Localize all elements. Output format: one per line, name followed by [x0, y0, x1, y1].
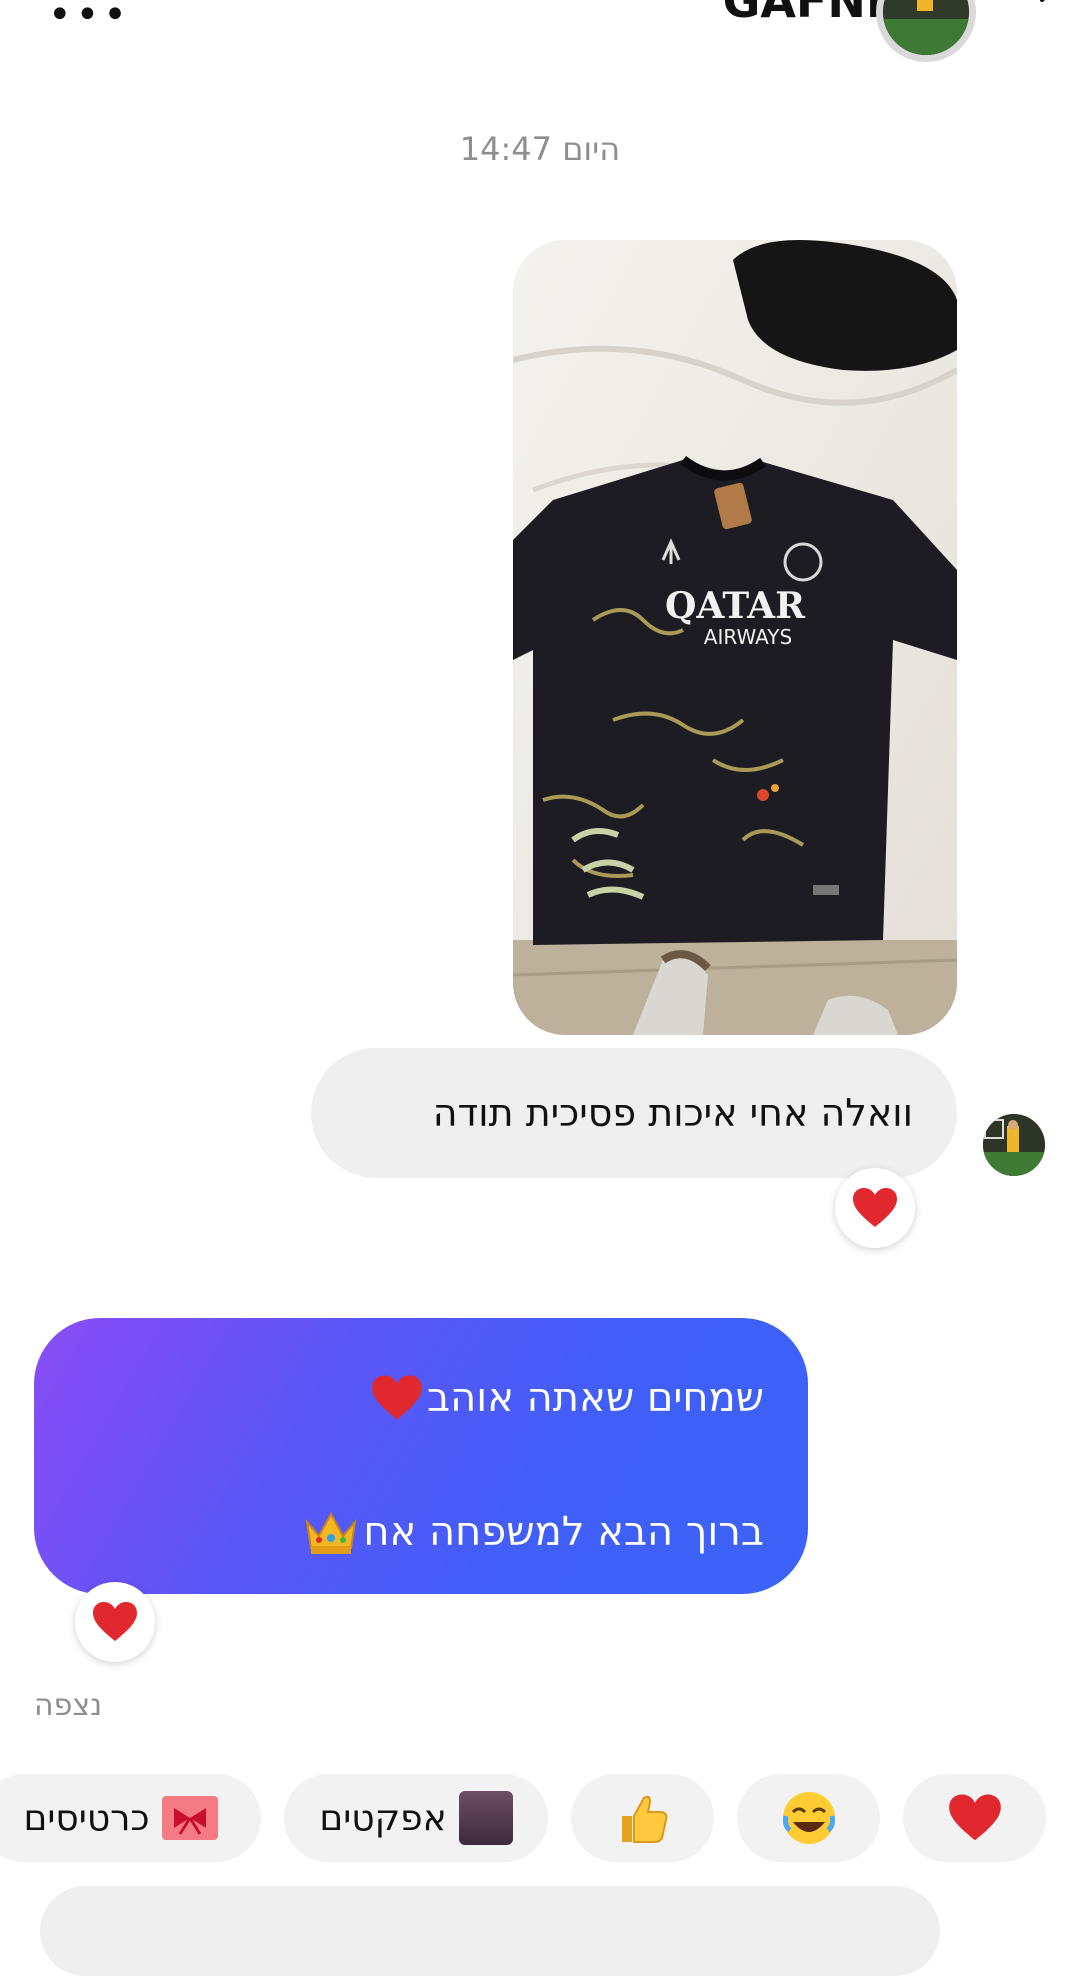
photo-message[interactable]: QATAR AIRWAYS [513, 240, 957, 1035]
quick-thumbs-up-chip[interactable] [571, 1774, 714, 1862]
more-options-icon[interactable]: ••• [48, 0, 131, 38]
heart-reaction[interactable] [75, 1582, 155, 1662]
quick-laugh-chip[interactable] [737, 1774, 880, 1862]
quick-heart-chip[interactable] [903, 1774, 1046, 1862]
heart-icon [853, 1188, 897, 1227]
sender-avatar[interactable] [983, 1114, 1045, 1176]
message-composer[interactable] [40, 1886, 940, 1976]
incoming-message-bubble[interactable]: וואלה אחי איכות פסיכית תודה [311, 1048, 957, 1178]
crown-icon [305, 1511, 357, 1554]
heart-icon [93, 1602, 137, 1641]
heart-reaction[interactable] [835, 1168, 915, 1248]
jersey-sponsor-text: QATAR [665, 585, 806, 627]
thumbs-up-icon [621, 1795, 667, 1843]
heart-icon [948, 1794, 1001, 1841]
effects-chip[interactable]: אפקטים [284, 1774, 548, 1862]
effects-chip-label: אפקטים [319, 1797, 447, 1839]
jersey-sponsor-subtext: AIRWAYS [704, 625, 792, 649]
outgoing-message-line2: ברוך הבא למשפחה אח [363, 1509, 764, 1555]
outgoing-message-bubble[interactable]: שמחים שאתה אוהב ברוך הבא למשפחה אח [34, 1318, 808, 1594]
seen-status: נצפה [34, 1688, 103, 1723]
header-avatar[interactable] [876, 0, 976, 62]
incoming-message-text: וואלה אחי איכות פסיכית תודה [432, 1091, 913, 1135]
cards-chip-label: כרטיסים [23, 1797, 150, 1839]
effects-thumbnail-icon [458, 1791, 513, 1845]
laugh-emoji-icon [782, 1792, 835, 1844]
cards-chip[interactable]: כרטיסים [0, 1774, 261, 1862]
back-chevron-icon[interactable] [1032, 0, 1072, 20]
ribbon-icon [161, 1796, 218, 1840]
chat-timestamp: היום 14:47 [459, 130, 621, 168]
outgoing-message-line1: שמחים שאתה אוהב [427, 1375, 764, 1421]
heart-icon [372, 1375, 422, 1420]
